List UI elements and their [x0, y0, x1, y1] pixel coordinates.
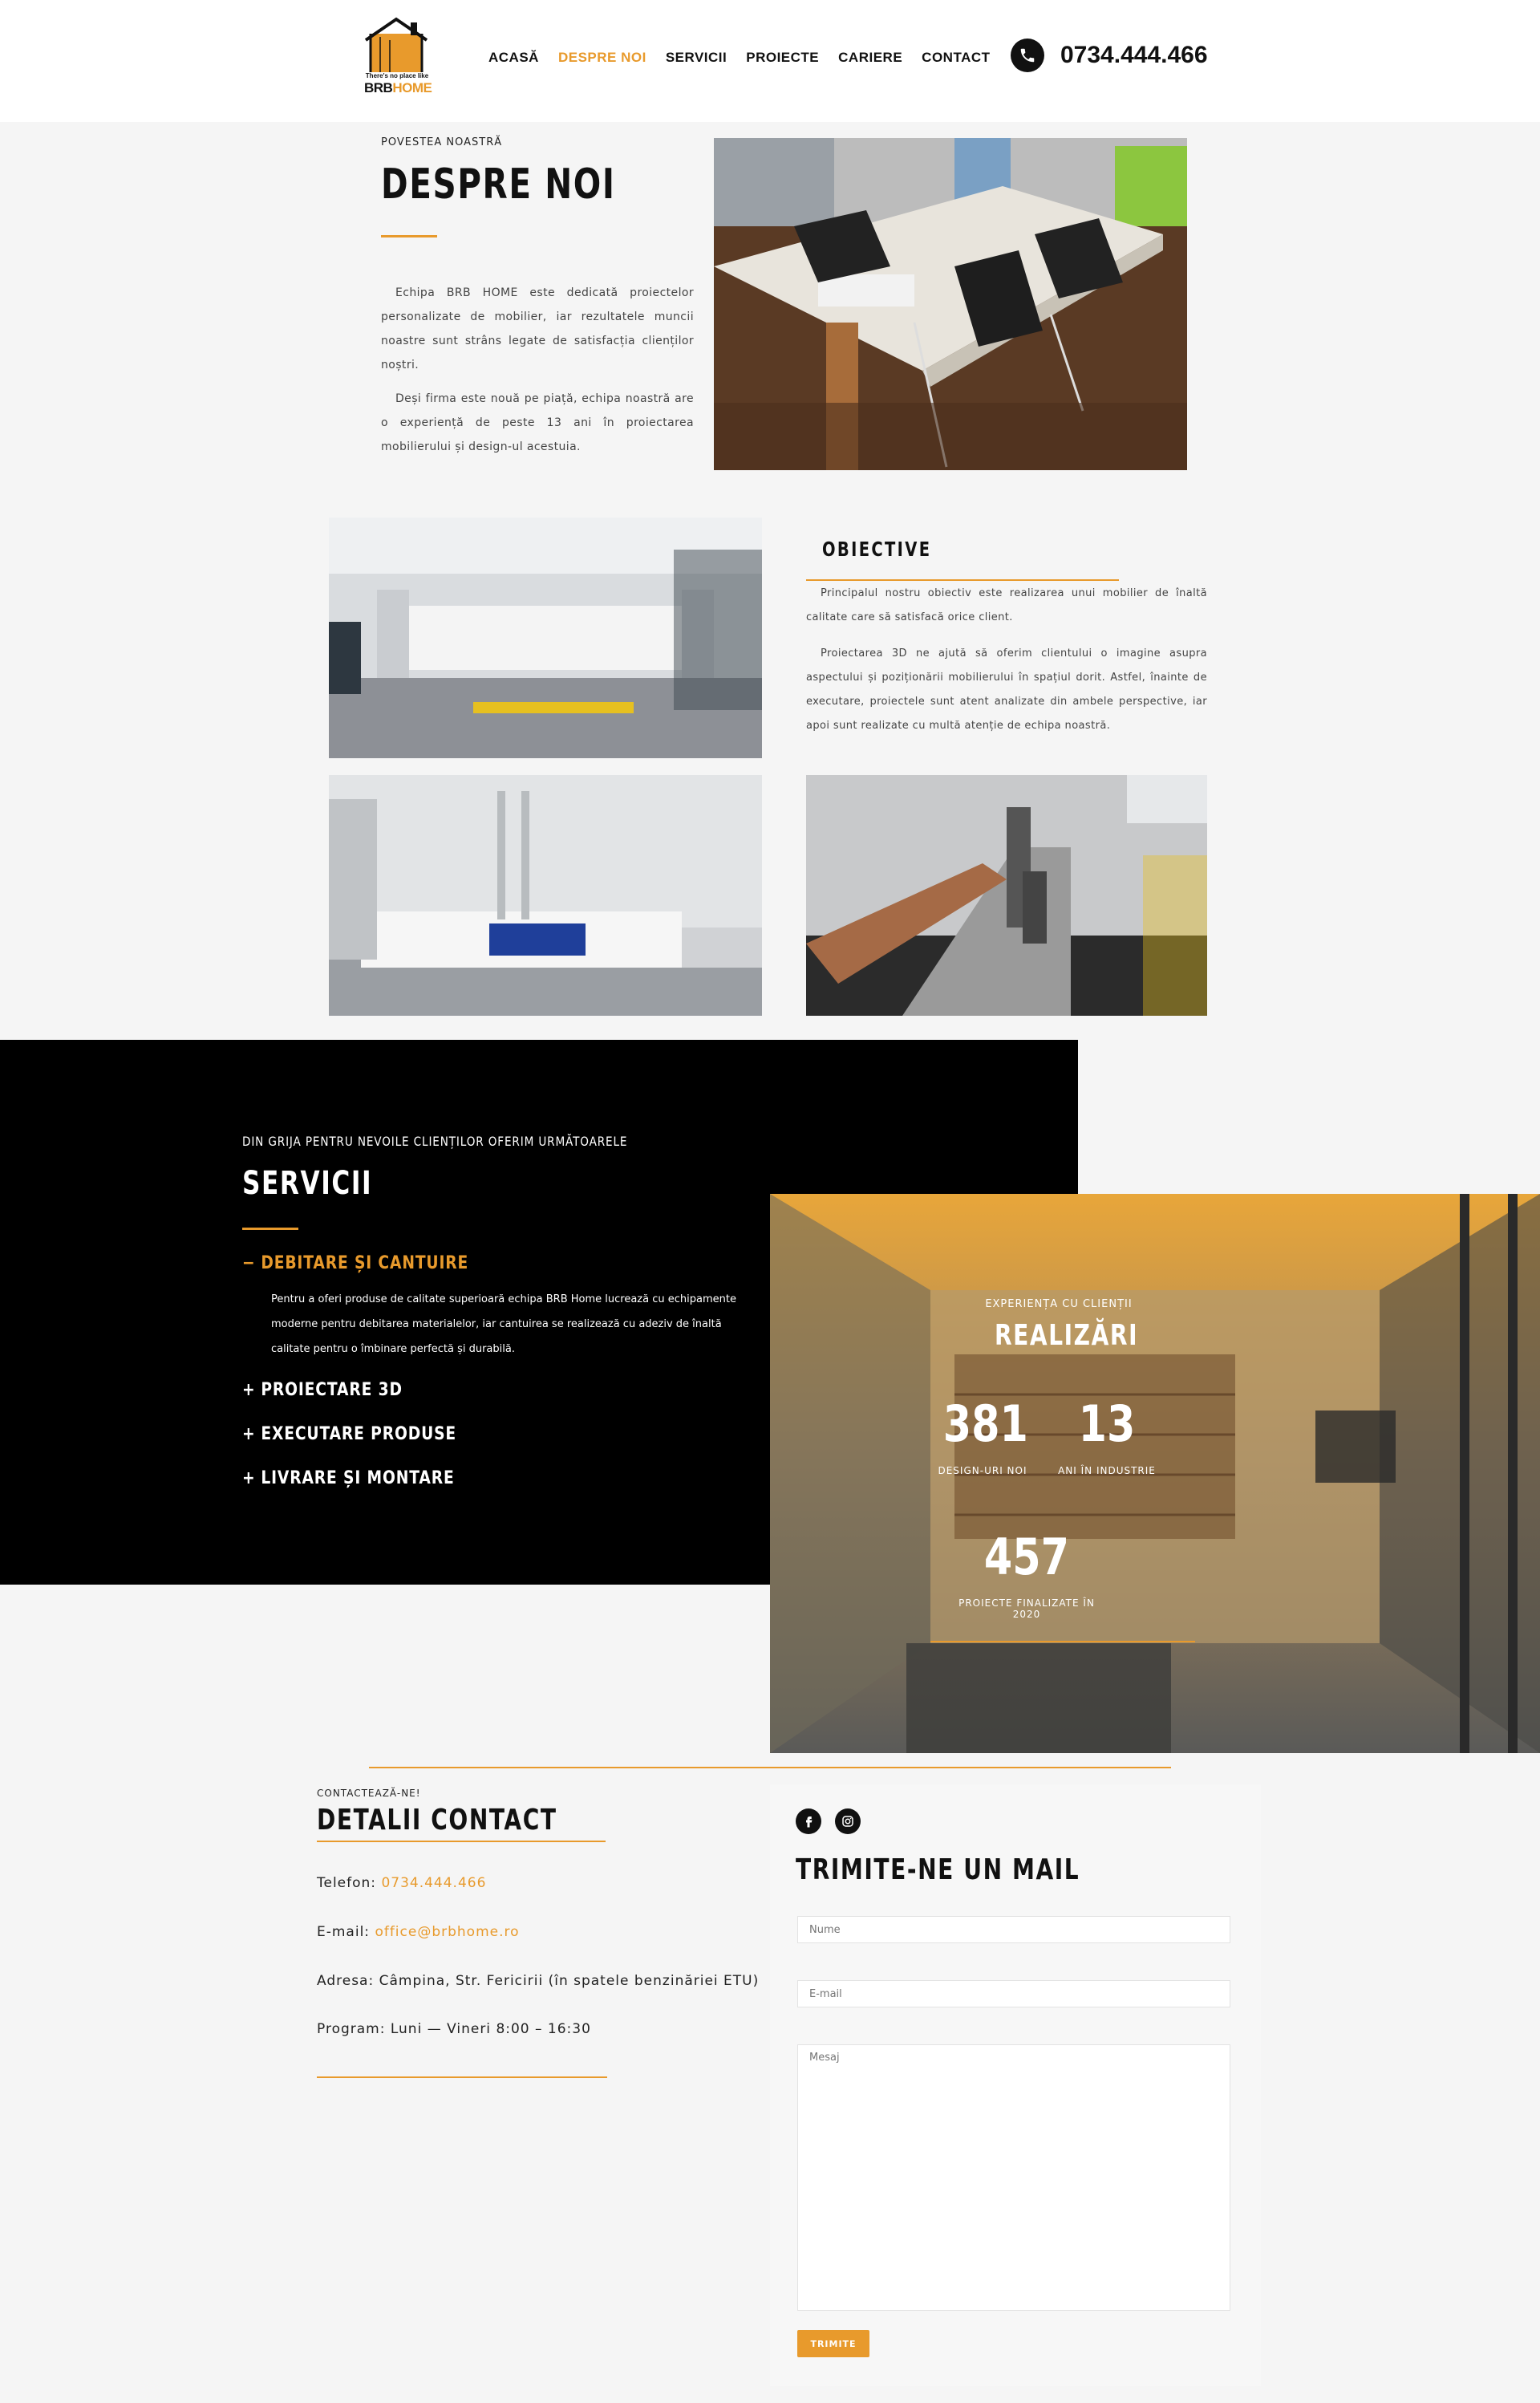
phone-number: 0734.444.466 — [1060, 42, 1208, 68]
service-debitare-cantuire[interactable]: − DEBITARE ȘI CANTUIRE — [242, 1253, 468, 1273]
email-input[interactable] — [797, 1980, 1230, 2007]
meeting-table-photo — [714, 138, 1187, 470]
about-paragraph-1: Echipa BRB HOME este dedicată proiectelo… — [381, 286, 694, 371]
conveyor-line-photo — [806, 775, 1207, 1016]
nav-cariere[interactable]: CARIERE — [838, 50, 902, 66]
objectives-paragraph-1: Principalul nostru obiectiv este realiza… — [806, 587, 1207, 623]
contact-address: Adresa: Câmpina, Str. Fericirii (în spat… — [317, 1973, 760, 1989]
stat-designs-label: DESIGN-URI NOI — [938, 1465, 1027, 1476]
factory-machine-photo-1 — [329, 518, 762, 758]
main-nav: ACASĂ DESPRE NOI SERVICII PROIECTE CARIE… — [488, 50, 1010, 66]
brand-logo[interactable]: There's no place like BRBHOME — [363, 16, 432, 103]
service-label: EXECUTARE PRODUSE — [261, 1424, 457, 1444]
contact-email: E-mail: office@brbhome.ro — [317, 1924, 520, 1940]
logo-wordmark: BRBHOME — [364, 80, 432, 95]
stat-years-label: ANI ÎN INDUSTRIE — [1058, 1465, 1156, 1476]
expand-icon: + — [242, 1380, 256, 1400]
contact-bottom-line — [317, 2076, 607, 2078]
logo-tagline: There's no place like — [365, 72, 429, 79]
nav-despre-noi[interactable]: DESPRE NOI — [558, 50, 646, 66]
stat-years-value: 13 — [1078, 1394, 1136, 1453]
nav-servicii[interactable]: SERVICII — [666, 50, 727, 66]
contact-title-line — [317, 1841, 606, 1842]
stat-projects-label: PROIECTE FINALIZATE ÎN 2020 — [958, 1597, 1095, 1620]
contact-eyebrow: CONTACTEAZĂ-NE! — [317, 1788, 421, 1799]
service-label: LIVRARE ȘI MONTARE — [261, 1468, 455, 1488]
instagram-icon[interactable] — [835, 1808, 861, 1834]
section-divider — [369, 1767, 1171, 1768]
about-paragraph-2: Deși firma este nouă pe piață, echipa no… — [381, 392, 694, 453]
stat-projects-value: 457 — [983, 1528, 1070, 1586]
service-debitare-text: Pentru a oferi produse de calitate super… — [271, 1293, 736, 1355]
achievements-title: REALIZĂRI — [995, 1319, 1139, 1352]
phone-icon — [1011, 39, 1044, 72]
achievements-panel: EXPERIENȚA CU CLIENȚII REALIZĂRI 381 DES… — [770, 1194, 1540, 1753]
factory-machine-photo-2 — [329, 775, 762, 1016]
submit-button[interactable]: TRIMITE — [797, 2330, 869, 2357]
service-executare-produse[interactable]: + EXECUTARE PRODUSE — [242, 1424, 456, 1444]
service-label: DEBITARE ȘI CANTUIRE — [261, 1253, 469, 1273]
contact-phone: Telefon: 0734.444.466 — [317, 1875, 487, 1891]
expand-icon: + — [242, 1424, 256, 1444]
stat-designs-value: 381 — [942, 1394, 1028, 1453]
nav-proiecte[interactable]: PROIECTE — [746, 50, 819, 66]
nav-contact[interactable]: CONTACT — [922, 50, 990, 66]
objectives-title: OBIECTIVE — [822, 538, 932, 561]
service-livrare-montare[interactable]: + LIVRARE ȘI MONTARE — [242, 1468, 455, 1488]
services-accent-line — [242, 1228, 298, 1230]
objectives-accent-line — [806, 579, 1119, 581]
site-header: There's no place like BRBHOME ACASĂ DESP… — [0, 0, 1540, 122]
service-proiectare-3d[interactable]: + PROIECTARE 3D — [242, 1380, 403, 1400]
service-label: PROIECTARE 3D — [261, 1380, 403, 1400]
objectives-paragraph-2: Proiectarea 3D ne ajută să oferim client… — [806, 647, 1207, 732]
message-textarea[interactable] — [797, 2044, 1230, 2311]
header-phone[interactable]: 0734.444.466 — [1011, 39, 1208, 72]
nav-acasa[interactable]: ACASĂ — [488, 50, 539, 66]
name-input[interactable] — [797, 1916, 1230, 1943]
services-eyebrow: DIN GRIJA PENTRU NEVOILE CLIENȚILOR OFER… — [242, 1134, 628, 1149]
facebook-icon[interactable] — [796, 1808, 821, 1834]
form-title: TRIMITE-NE UN MAIL — [796, 1853, 1080, 1886]
about-accent-line — [381, 235, 437, 237]
collapse-icon: − — [242, 1253, 256, 1273]
contact-email-link[interactable]: office@brbhome.ro — [375, 1924, 519, 1940]
achievements-eyebrow: EXPERIENȚA CU CLIENȚII — [985, 1298, 1133, 1310]
achievements-accent-line — [930, 1641, 1195, 1642]
contact-phone-link[interactable]: 0734.444.466 — [381, 1875, 486, 1891]
contact-title: DETALII CONTACT — [317, 1804, 557, 1837]
expand-icon: + — [242, 1468, 256, 1488]
about-eyebrow: POVESTEA NOASTRĂ — [381, 136, 503, 148]
contact-program: Program: Luni — Vineri 8:00 – 16:30 — [317, 2021, 591, 2037]
about-title: DESPRE NOI — [381, 160, 616, 209]
services-title: SERVICII — [242, 1165, 373, 1202]
